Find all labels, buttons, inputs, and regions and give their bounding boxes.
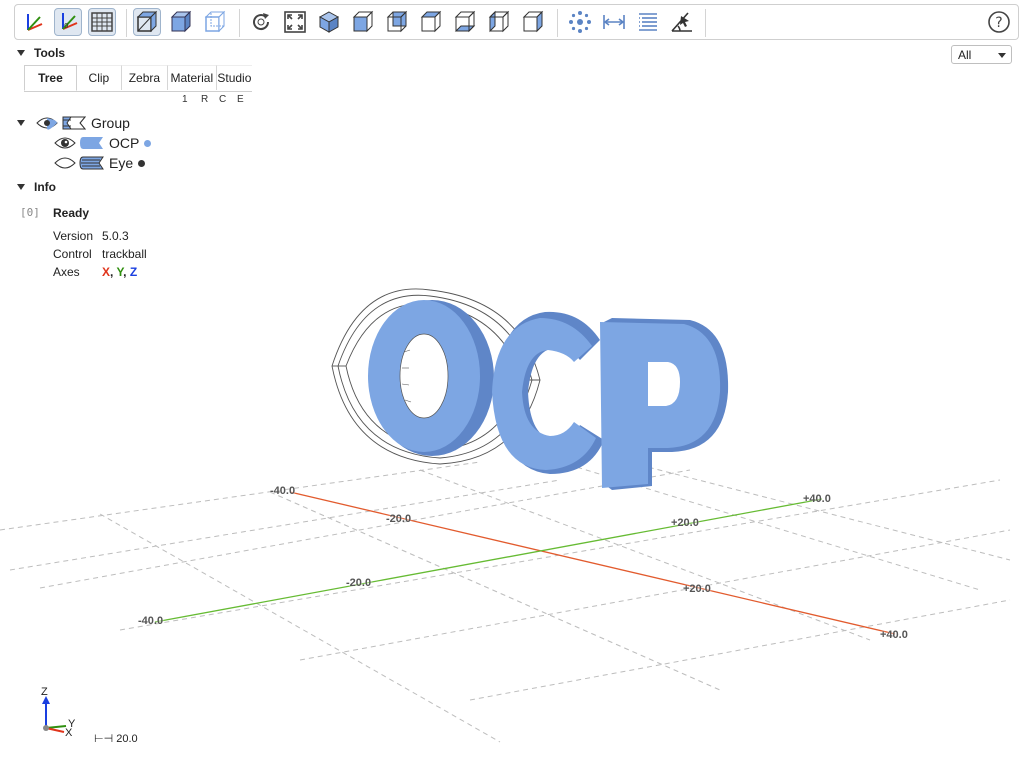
x-tick-label: +40.0 bbox=[880, 629, 908, 641]
gizmo-z-label: Z bbox=[41, 686, 48, 698]
orientation-gizmo bbox=[42, 696, 67, 733]
ground-grid bbox=[0, 461, 1011, 743]
y-tick-label: +40.0 bbox=[803, 493, 831, 505]
x-tick-label: -20.0 bbox=[386, 513, 412, 525]
gizmo-x-label: X bbox=[65, 727, 73, 739]
scale-indicator: ⊢⊣ 20.0 bbox=[94, 733, 138, 745]
y-tick-label: +20.0 bbox=[671, 517, 699, 529]
y-tick-label: -20.0 bbox=[346, 577, 372, 589]
x-tick-label: +20.0 bbox=[683, 583, 711, 595]
x-tick-label: -40.0 bbox=[270, 485, 296, 497]
viewport-canvas[interactable] bbox=[0, 0, 1024, 768]
y-axis-line bbox=[154, 498, 823, 623]
y-tick-label: -40.0 bbox=[138, 615, 164, 627]
